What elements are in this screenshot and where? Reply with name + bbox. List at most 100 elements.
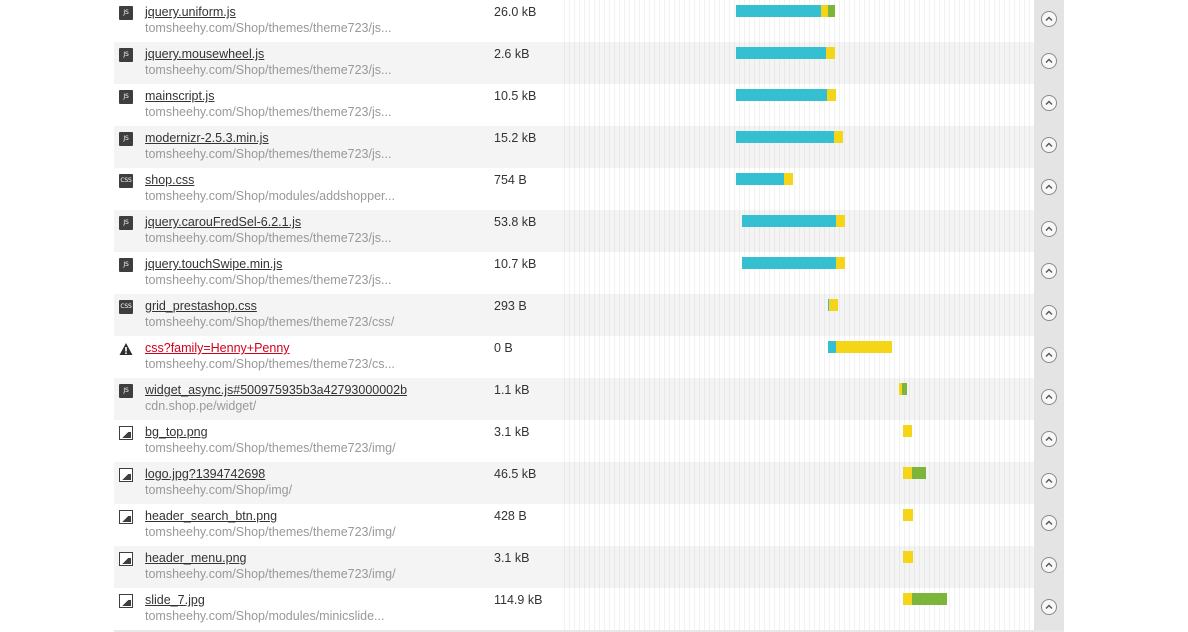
timing-segment-dl xyxy=(912,467,926,479)
timeline-cell xyxy=(564,588,1034,630)
expand-button[interactable] xyxy=(1041,263,1057,279)
timeline-cell xyxy=(564,0,1034,42)
resource-name-link[interactable]: bg_top.png xyxy=(145,425,208,439)
expand-button[interactable] xyxy=(1041,557,1057,573)
resource-url: tomsheehy.com/Shop/themes/theme723/js... xyxy=(145,147,392,161)
resource-row[interactable]: JS jquery.mousewheel.js tomsheehy.com/Shop… xyxy=(114,42,1064,84)
timing-segment-recv xyxy=(836,215,845,227)
chevron-up-icon xyxy=(1045,520,1053,525)
resource-name-link[interactable]: modernizr-2.5.3.min.js xyxy=(145,131,269,145)
resource-size: 428 B xyxy=(494,509,527,523)
timeline-cell xyxy=(564,168,1034,210)
expand-button[interactable] xyxy=(1041,53,1057,69)
timeline-cell xyxy=(564,420,1034,462)
expand-button[interactable] xyxy=(1041,95,1057,111)
resource-name-link[interactable]: jquery.carouFredSel-6.2.1.js xyxy=(145,215,301,229)
resource-row[interactable]: JS jquery.carouFredSel-6.2.1.js tomsheehy.… xyxy=(114,210,1064,252)
resource-url: tomsheehy.com/Shop/themes/theme723/img/ xyxy=(145,525,396,539)
timing-segment-recv xyxy=(836,257,845,269)
expand-button[interactable] xyxy=(1041,137,1057,153)
resource-url: tomsheehy.com/Shop/themes/theme723/js... xyxy=(145,273,392,287)
resource-row[interactable]: CSS shop.css tomsheehy.com/Shop/modules/ad… xyxy=(114,168,1064,210)
resource-name-link[interactable]: header_search_btn.png xyxy=(145,509,277,523)
image-file-icon xyxy=(119,510,133,524)
chevron-up-icon xyxy=(1045,58,1053,63)
expand-column xyxy=(1034,336,1064,378)
expand-button[interactable] xyxy=(1041,305,1057,321)
expand-button[interactable] xyxy=(1041,221,1057,237)
timing-segment-wait xyxy=(828,341,836,353)
resource-url: tomsheehy.com/Shop/themes/theme723/js... xyxy=(145,231,392,245)
chevron-up-icon xyxy=(1045,142,1053,147)
resource-row[interactable]: JS modernizr-2.5.3.min.js tomsheehy.com/Sh… xyxy=(114,126,1064,168)
js-file-icon: JS xyxy=(119,258,133,272)
resource-size: 3.1 kB xyxy=(494,551,530,565)
timeline-cell xyxy=(564,462,1034,504)
resource-size: 2.6 kB xyxy=(494,47,530,61)
timing-segment-dl xyxy=(828,5,835,17)
expand-column xyxy=(1034,126,1064,168)
timing-segment-wait xyxy=(742,257,836,269)
resource-name-link[interactable]: mainscript.js xyxy=(145,89,214,103)
image-file-icon xyxy=(119,594,133,608)
resource-row[interactable]: JS jquery.touchSwipe.min.js tomsheehy.com/… xyxy=(114,252,1064,294)
chevron-up-icon xyxy=(1045,100,1053,105)
resource-size: 10.5 kB xyxy=(494,89,537,103)
expand-button[interactable] xyxy=(1041,515,1057,531)
chevron-up-icon xyxy=(1045,310,1053,315)
timing-segment-recv xyxy=(903,467,912,479)
resource-name-link[interactable]: grid_prestashop.css xyxy=(145,299,257,313)
resource-size: 293 B xyxy=(494,299,527,313)
js-file-icon: JS xyxy=(119,216,133,230)
timing-segment-recv xyxy=(826,47,835,59)
resource-row[interactable]: header_menu.png tomsheehy.com/Shop/themes… xyxy=(114,546,1064,588)
resource-row[interactable]: bg_top.png tomsheehy.com/Shop/themes/them… xyxy=(114,420,1064,462)
resource-row[interactable]: JS widget_async.js#500975935b3a4279300000… xyxy=(114,378,1064,420)
expand-button[interactable] xyxy=(1041,389,1057,405)
resource-url: tomsheehy.com/Shop/themes/theme723/cs... xyxy=(145,357,395,371)
resource-name-link[interactable]: css?family=Henny+Penny xyxy=(145,341,290,355)
resource-row[interactable]: CSS grid_prestashop.css tomsheehy.com/Shop… xyxy=(114,294,1064,336)
resource-size: 754 B xyxy=(494,173,527,187)
resource-name-link[interactable]: jquery.mousewheel.js xyxy=(145,47,264,61)
timeline-cell xyxy=(564,336,1034,378)
resource-row[interactable]: JS jquery.uniform.js tomsheehy.com/Shop/th… xyxy=(114,0,1064,42)
resource-row[interactable]: JS mainscript.js tomsheehy.com/Shop/themes… xyxy=(114,84,1064,126)
resource-name-link[interactable]: slide_7.jpg xyxy=(145,593,205,607)
resource-name-link[interactable]: widget_async.js#500975935b3a42793000002b xyxy=(145,383,407,397)
expand-button[interactable] xyxy=(1041,599,1057,615)
resource-size: 15.2 kB xyxy=(494,131,537,145)
expand-column xyxy=(1034,462,1064,504)
resource-name-link[interactable]: jquery.touchSwipe.min.js xyxy=(145,257,282,271)
expand-button[interactable] xyxy=(1041,179,1057,195)
timing-segment-recv xyxy=(903,593,912,605)
chevron-up-icon xyxy=(1045,604,1053,609)
timing-segment-wait xyxy=(742,215,836,227)
resource-url: tomsheehy.com/Shop/modules/addshopper... xyxy=(145,189,395,203)
resource-url: tomsheehy.com/Shop/themes/theme723/css/ xyxy=(145,315,395,329)
timing-segment-recv xyxy=(784,173,793,185)
expand-button[interactable] xyxy=(1041,347,1057,363)
resource-name-link[interactable]: shop.css xyxy=(145,173,194,187)
expand-column xyxy=(1034,252,1064,294)
expand-button[interactable] xyxy=(1041,431,1057,447)
resource-name-link[interactable]: jquery.uniform.js xyxy=(145,5,236,19)
resource-url: tomsheehy.com/Shop/modules/minicslide... xyxy=(145,609,385,623)
resource-url: tomsheehy.com/Shop/themes/theme723/img/ xyxy=(145,441,396,455)
resource-size: 10.7 kB xyxy=(494,257,537,271)
expand-column xyxy=(1034,168,1064,210)
resource-url: tomsheehy.com/Shop/themes/theme723/js... xyxy=(145,63,392,77)
resource-row[interactable]: css?family=Henny+Penny tomsheehy.com/Shop… xyxy=(114,336,1064,378)
resource-row[interactable]: header_search_btn.png tomsheehy.com/Shop/… xyxy=(114,504,1064,546)
resource-name-link[interactable]: logo.jpg?1394742698 xyxy=(145,467,265,481)
resource-row[interactable]: slide_7.jpg tomsheehy.com/Shop/modules/mi… xyxy=(114,588,1064,630)
js-file-icon: JS xyxy=(119,90,133,104)
expand-button[interactable] xyxy=(1041,473,1057,489)
timing-segment-wait xyxy=(736,173,784,185)
resource-row[interactable]: logo.jpg?1394742698 tomsheehy.com/Shop/im… xyxy=(114,462,1064,504)
resource-size: 1.1 kB xyxy=(494,383,530,397)
expand-button[interactable] xyxy=(1041,11,1057,27)
timeline-cell xyxy=(564,546,1034,588)
resource-name-link[interactable]: header_menu.png xyxy=(145,551,246,565)
timing-segment-recv xyxy=(821,5,828,17)
